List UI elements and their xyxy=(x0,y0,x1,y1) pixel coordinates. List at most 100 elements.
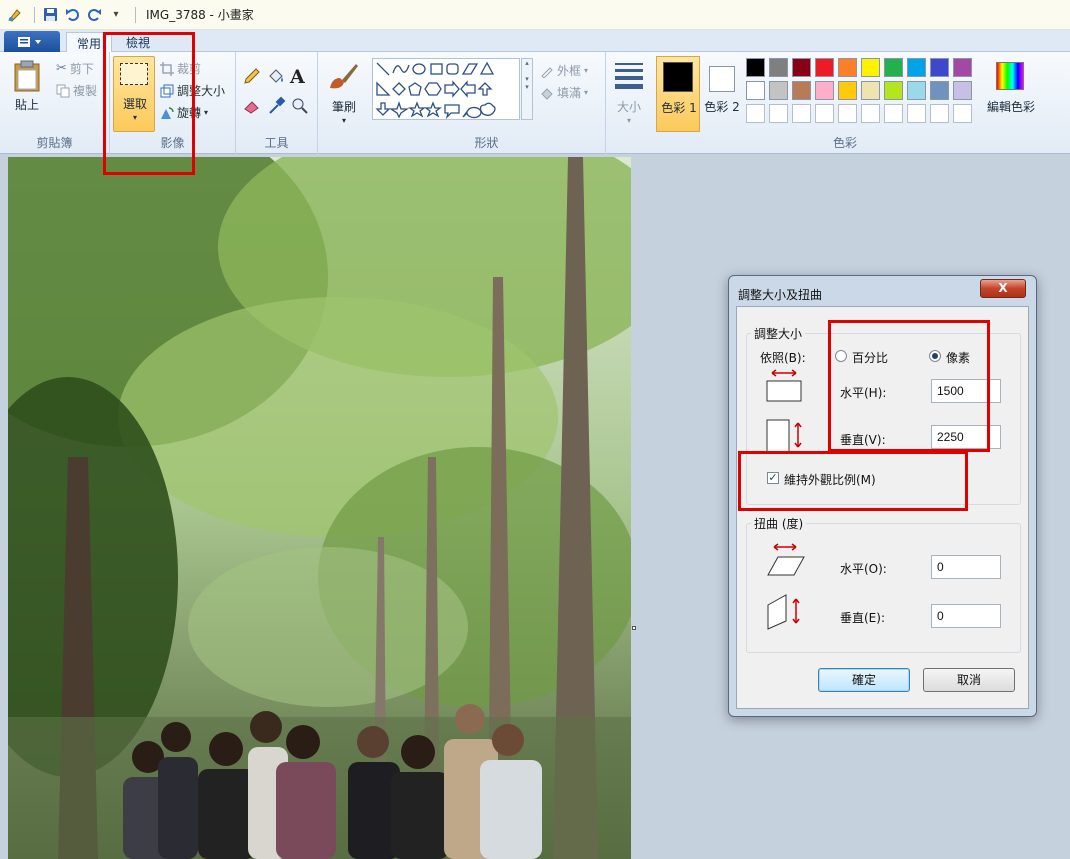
photo-trees-people xyxy=(8,157,631,859)
palette-color-swatch[interactable] xyxy=(838,81,857,100)
save-icon[interactable] xyxy=(41,6,59,24)
palette-color-swatch[interactable] xyxy=(792,81,811,100)
skew-vertical-label: 垂直(E): xyxy=(840,611,885,625)
keep-ratio-checkbox[interactable]: ✓ xyxy=(767,472,779,484)
horizontal-label: 水平(H): xyxy=(840,386,887,400)
palette-color-swatch[interactable] xyxy=(953,58,972,77)
select-dropdown-icon: ▾ xyxy=(132,113,137,122)
horizontal-input[interactable] xyxy=(931,379,1001,403)
custom-color-slot[interactable] xyxy=(953,104,972,123)
undo-icon[interactable] xyxy=(63,6,81,24)
fill-tool[interactable] xyxy=(266,66,288,88)
palette-color-swatch[interactable] xyxy=(930,58,949,77)
paint-bucket-icon xyxy=(269,69,283,83)
size-button[interactable]: 大小 ▾ xyxy=(610,56,648,132)
color-picker-tool[interactable] xyxy=(266,96,288,118)
brush-icon xyxy=(330,64,358,89)
rotate-button[interactable]: 旋轉 ▾ xyxy=(160,104,208,121)
custom-color-slot[interactable] xyxy=(792,104,811,123)
custom-color-slot[interactable] xyxy=(930,104,949,123)
palette-color-swatch[interactable] xyxy=(907,58,926,77)
skew-horizontal-input[interactable] xyxy=(931,555,1001,579)
customize-toolbar-icon[interactable]: ▾ xyxy=(107,6,125,24)
colors-group-label: 色彩 xyxy=(832,136,857,150)
eraser-tool[interactable] xyxy=(242,96,264,118)
keep-ratio-label[interactable]: 維持外觀比例(M) xyxy=(784,471,876,488)
palette-color-swatch[interactable] xyxy=(884,58,903,77)
tab-view[interactable]: 檢視 xyxy=(116,32,160,53)
palette-color-swatch[interactable] xyxy=(861,58,880,77)
outline-button[interactable]: 外框 ▾ xyxy=(540,62,588,79)
palette-color-swatch[interactable] xyxy=(815,81,834,100)
color1-button[interactable]: 色彩 1 xyxy=(656,56,700,132)
cancel-button[interactable]: 取消 xyxy=(923,668,1015,692)
eyedropper-icon xyxy=(269,96,286,114)
eraser-icon xyxy=(244,101,259,114)
resize-button[interactable]: 調整大小 xyxy=(160,82,225,99)
paint-app-icon[interactable] xyxy=(6,6,24,24)
skew-vertical-icon xyxy=(766,593,806,631)
custom-color-slot[interactable] xyxy=(884,104,903,123)
color2-button[interactable]: 色彩 2 xyxy=(702,56,742,132)
redo-icon[interactable] xyxy=(85,6,103,24)
palette-color-swatch[interactable] xyxy=(884,81,903,100)
custom-color-slot[interactable] xyxy=(746,104,765,123)
palette-color-swatch[interactable] xyxy=(815,58,834,77)
rotate-dropdown-icon: ▾ xyxy=(204,108,209,117)
vertical-resize-icon xyxy=(766,417,806,453)
copy-button[interactable]: 複製 xyxy=(56,82,97,99)
magnifier-icon xyxy=(292,98,308,114)
paste-button[interactable]: 貼上 xyxy=(8,56,46,132)
percent-radio[interactable] xyxy=(835,350,847,362)
palette-color-swatch[interactable] xyxy=(769,58,788,77)
text-tool[interactable]: A xyxy=(290,66,312,88)
fill-button[interactable]: 填滿 ▾ xyxy=(540,84,588,101)
pixels-radio[interactable] xyxy=(929,350,941,362)
palette-color-swatch[interactable] xyxy=(930,81,949,100)
clipboard-group: 貼上 ✂ 剪下 複製 剪貼簿 xyxy=(0,52,110,154)
copy-icon xyxy=(56,84,70,97)
canvas-image[interactable] xyxy=(8,157,631,859)
shapes-scroll[interactable]: ▴ ▾ ▾ xyxy=(521,58,533,120)
brush-dropdown-icon: ▾ xyxy=(341,116,346,125)
custom-color-slot[interactable] xyxy=(815,104,834,123)
shapes-gallery[interactable] xyxy=(372,58,520,120)
custom-color-slot[interactable] xyxy=(769,104,788,123)
palette-color-swatch[interactable] xyxy=(838,58,857,77)
magnifier-tool[interactable] xyxy=(290,96,312,118)
size-group: 大小 ▾ xyxy=(606,52,652,154)
custom-color-slot[interactable] xyxy=(907,104,926,123)
fill-icon xyxy=(541,87,553,100)
close-button[interactable]: X xyxy=(980,279,1026,298)
palette-color-swatch[interactable] xyxy=(861,81,880,100)
text-icon: A xyxy=(290,66,305,88)
pencil-tool[interactable] xyxy=(242,66,264,88)
percent-label[interactable]: 百分比 xyxy=(852,349,888,366)
cut-button[interactable]: ✂ 剪下 xyxy=(56,60,94,77)
palette-color-swatch[interactable] xyxy=(907,81,926,100)
resize-label: 調整大小 xyxy=(177,84,226,98)
ok-button[interactable]: 確定 xyxy=(818,668,910,692)
app-menu-button[interactable] xyxy=(4,31,60,52)
vertical-input[interactable] xyxy=(931,425,1001,449)
image-group: 選取 ▾ 裁剪 調整大小 旋轉 ▾ 影像 xyxy=(110,52,236,154)
custom-color-slot[interactable] xyxy=(861,104,880,123)
brush-button[interactable]: 筆刷 ▾ xyxy=(324,56,364,132)
shapes-gallery-icon xyxy=(375,61,496,120)
skew-vertical-input[interactable] xyxy=(931,604,1001,628)
rotate-label: 旋轉 xyxy=(177,106,202,120)
palette-color-swatch[interactable] xyxy=(769,81,788,100)
crop-button[interactable]: 裁剪 xyxy=(160,60,201,77)
edit-colors-button[interactable]: 編輯色彩 xyxy=(984,56,1038,132)
palette-color-swatch[interactable] xyxy=(792,58,811,77)
tab-home[interactable]: 常用 xyxy=(66,32,113,53)
palette-color-swatch[interactable] xyxy=(746,81,765,100)
pixels-label[interactable]: 像素 xyxy=(946,349,970,366)
color1-label: 色彩 1 xyxy=(661,101,697,115)
palette-color-swatch[interactable] xyxy=(746,58,765,77)
brush-group: 筆刷 ▾ xyxy=(318,52,368,154)
custom-color-slot[interactable] xyxy=(838,104,857,123)
select-button[interactable]: 選取 ▾ xyxy=(113,56,155,132)
canvas-resize-handle[interactable] xyxy=(632,626,636,630)
palette-color-swatch[interactable] xyxy=(953,81,972,100)
